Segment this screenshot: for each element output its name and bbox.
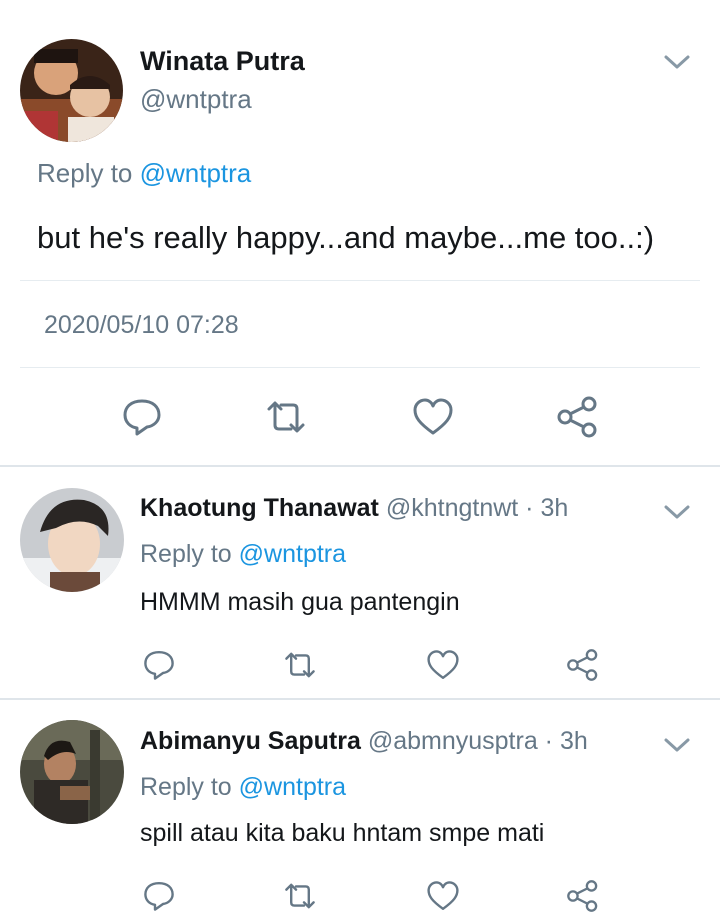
reply-mention-link[interactable]: @wntptra [140,158,252,188]
reply-meta: Khaotung Thanawat @khtngtnwt · 3h [140,494,568,523]
retweet-button[interactable] [280,647,320,683]
share-icon [567,880,598,912]
reply-to-line: Reply to @wntptra [37,158,251,189]
reply-tweet: Khaotung Thanawat @khtngtnwt · 3h Reply … [0,467,720,698]
reply-icon [123,399,161,436]
retweet-icon [267,401,305,433]
author-handle[interactable]: @khtngtnwt [386,494,518,522]
reply-mention-link[interactable]: @wntptra [239,773,346,801]
reply-button[interactable] [140,647,178,683]
like-icon [427,650,459,679]
author-handle[interactable]: @wntptra [140,84,252,115]
chevron-down-icon[interactable] [662,52,692,77]
tweet-time: 3h [559,727,588,755]
author-name[interactable]: Winata Putra [140,46,305,77]
timestamp: 2020/05/10 07:28 [44,311,239,339]
reply-button[interactable] [140,878,178,914]
main-tweet: Winata Putra @wntptra Reply to @wntptra … [0,0,720,467]
reply-prefix: Reply to [140,540,239,568]
chevron-down-icon[interactable] [662,502,692,527]
reply-icon [144,651,174,680]
reply-prefix: Reply to [140,773,239,801]
avatar[interactable] [20,720,124,824]
like-button[interactable] [423,647,463,683]
like-icon [427,881,459,910]
avatar[interactable] [20,39,123,142]
divider [20,367,700,368]
retweet-button[interactable] [280,878,320,914]
tweet-time: 3h [540,494,569,522]
share-icon [567,649,598,681]
reply-button[interactable] [118,394,166,440]
like-button[interactable] [423,878,463,914]
share-button[interactable] [564,647,602,683]
tweet-text: spill atau kita baku hntam smpe mati [140,819,545,847]
reply-to-line: Reply to @wntptra [140,773,346,802]
retweet-icon [285,883,315,909]
meta-separator: · [537,727,560,755]
share-button[interactable] [564,878,602,914]
share-icon [557,396,597,438]
reply-icon [144,882,174,911]
author-handle[interactable]: @abmnyusptra [368,727,538,755]
share-button[interactable] [554,394,602,440]
retweet-button[interactable] [260,394,312,440]
avatar[interactable] [20,488,124,592]
meta-separator: · [518,494,541,522]
like-button[interactable] [408,394,458,440]
reply-to-line: Reply to @wntptra [140,540,346,569]
tweet-text: but he's really happy...and maybe...me t… [37,220,655,255]
reply-tweet: Abimanyu Saputra @abmnyusptra · 3h Reply… [0,700,720,922]
author-name[interactable]: Khaotung Thanawat [140,494,379,522]
reply-prefix: Reply to [37,158,140,188]
like-icon [413,398,453,435]
divider [20,280,700,281]
tweet-text: HMMM masih gua pantengin [140,588,460,616]
retweet-icon [285,652,315,678]
reply-meta: Abimanyu Saputra @abmnyusptra · 3h [140,727,588,756]
author-name[interactable]: Abimanyu Saputra [140,727,361,755]
reply-mention-link[interactable]: @wntptra [239,540,346,568]
chevron-down-icon[interactable] [662,735,692,760]
